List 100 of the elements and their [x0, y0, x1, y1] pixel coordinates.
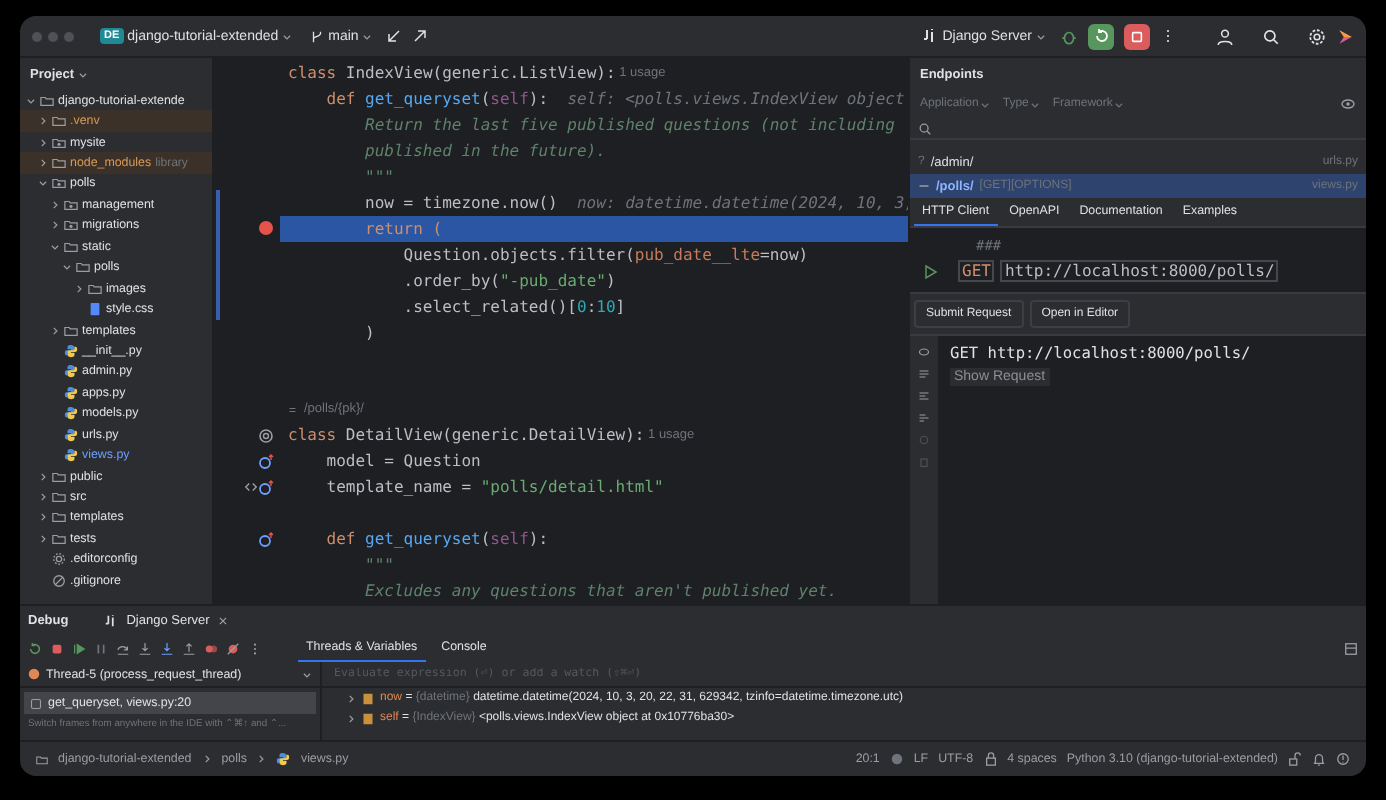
thread-icon: [28, 668, 40, 680]
warning-icon[interactable]: [1336, 752, 1350, 766]
chevron-icon[interactable]: [50, 199, 60, 210]
code-line: ): [363, 321, 377, 345]
chevron-icon: [1030, 99, 1041, 109]
chevron-icon[interactable]: [38, 471, 48, 482]
layout-icon[interactable]: [1344, 641, 1358, 655]
folder-icon: [52, 156, 66, 171]
rerun-icon: [1093, 28, 1109, 44]
request-url: http://localhost:8000/polls/: [1000, 260, 1279, 282]
gear-icon: [52, 552, 66, 567]
template-link-icon[interactable]: [244, 480, 258, 495]
chevron-icon[interactable]: [26, 95, 36, 106]
chevron-icon[interactable]: [38, 178, 48, 189]
ignore-file-icon: [52, 573, 66, 588]
breakpoints-icon[interactable]: [204, 641, 218, 655]
code-line: .select_related()[0:10]: [401, 295, 628, 320]
python-file-icon: [64, 343, 78, 358]
chevron-icon[interactable]: [38, 137, 48, 148]
link-icon: [288, 403, 300, 416]
code-line: Return the last five published questions (not including: [363, 113, 897, 138]
code-line: .order_by("-pub_date"): [401, 269, 618, 294]
django-icon: [922, 28, 939, 44]
lock-icon: [983, 752, 998, 766]
breakpoint-icon[interactable]: [258, 220, 274, 237]
step-over-icon[interactable]: [116, 641, 130, 655]
circle-icon: [918, 434, 930, 446]
code-line: Question.objects.filter(pub_date__lte=now): [401, 243, 811, 268]
css-file-icon: [88, 302, 102, 317]
mute-breakpoints-icon[interactable]: [226, 641, 240, 655]
package-folder-icon: [64, 197, 78, 212]
settings-icon[interactable]: [1308, 27, 1326, 45]
package-folder-icon: [52, 176, 66, 191]
step-into-icon[interactable]: [160, 641, 174, 655]
arrow-icon[interactable]: [412, 28, 429, 44]
chevron-icon: [1036, 31, 1046, 41]
python-file-icon: [64, 406, 78, 421]
http-method: GET: [958, 260, 995, 282]
python-file-icon: [64, 427, 78, 442]
python-file-icon: [64, 448, 78, 463]
search-icon[interactable]: [1262, 27, 1280, 45]
python-file-icon: [64, 364, 78, 379]
code-line: """: [363, 165, 396, 190]
chevron-icon: [282, 31, 293, 41]
resume-icon[interactable]: [72, 641, 86, 655]
bug-icon[interactable]: [1060, 27, 1078, 45]
unlock-icon[interactable]: [1288, 752, 1302, 766]
override-icon[interactable]: [258, 531, 274, 548]
stop-button[interactable]: [1124, 23, 1150, 49]
separator-icon: [201, 754, 212, 764]
python-file-icon: [64, 385, 78, 400]
chevron-icon[interactable]: [38, 512, 48, 523]
chevron-icon: [362, 31, 373, 41]
step-out-icon[interactable]: [182, 641, 196, 655]
person-icon[interactable]: [1216, 27, 1234, 45]
folder-icon: [64, 323, 78, 338]
chevron-icon[interactable]: [50, 325, 60, 336]
chevron-icon: [1114, 99, 1125, 109]
run-icon[interactable]: [922, 263, 938, 279]
chevron-icon[interactable]: [38, 492, 48, 503]
rerun-icon[interactable]: [28, 641, 42, 655]
stop-icon: [1130, 29, 1144, 43]
search-icon[interactable]: [918, 121, 932, 135]
chevron-icon: [980, 99, 991, 109]
stop-icon[interactable]: [50, 641, 64, 655]
assistant-logo-icon[interactable]: [1336, 27, 1354, 45]
chevron-icon[interactable]: [62, 262, 72, 273]
chevron-icon[interactable]: [50, 241, 60, 252]
branch-icon: [310, 29, 325, 43]
chevron-icon[interactable]: [38, 533, 48, 544]
chevron-icon[interactable]: [38, 158, 48, 169]
arrow-icon[interactable]: [386, 28, 403, 44]
code-line: published in the future).: [363, 139, 608, 164]
chevron-icon[interactable]: [38, 116, 48, 127]
override-icon[interactable]: [258, 453, 274, 470]
override-icon[interactable]: [258, 479, 274, 496]
pause-icon[interactable]: [94, 641, 108, 655]
rerun-button[interactable]: [1088, 23, 1114, 49]
more-icon[interactable]: [248, 641, 262, 655]
bell-icon[interactable]: [1312, 752, 1326, 766]
chevron-icon[interactable]: [74, 283, 84, 294]
chevron-icon: [302, 669, 312, 679]
django-icon: [104, 613, 119, 627]
code-line: template_name = "polls/detail.html": [324, 476, 666, 501]
chevron-icon[interactable]: [50, 220, 60, 231]
separator-icon: [256, 754, 267, 764]
package-folder-icon: [52, 135, 66, 150]
eye-icon[interactable]: [1340, 96, 1356, 112]
code-line: def get_queryset(self):: [324, 528, 551, 553]
folder-icon: [36, 753, 48, 765]
frame-icon: [30, 697, 42, 709]
step-into-icon[interactable]: [138, 641, 152, 655]
eye-icon[interactable]: [918, 346, 930, 358]
code-line: def get_queryset(self): self: <polls.views.IndexView object: [324, 87, 907, 112]
code-line: Excludes any questions that aren't published yet.: [363, 580, 840, 605]
package-folder-icon: [64, 218, 78, 233]
code-line: """: [363, 554, 396, 579]
chevron-icon: [78, 69, 89, 79]
code-line: model = Question: [324, 450, 483, 475]
close-icon[interactable]: [217, 615, 228, 625]
